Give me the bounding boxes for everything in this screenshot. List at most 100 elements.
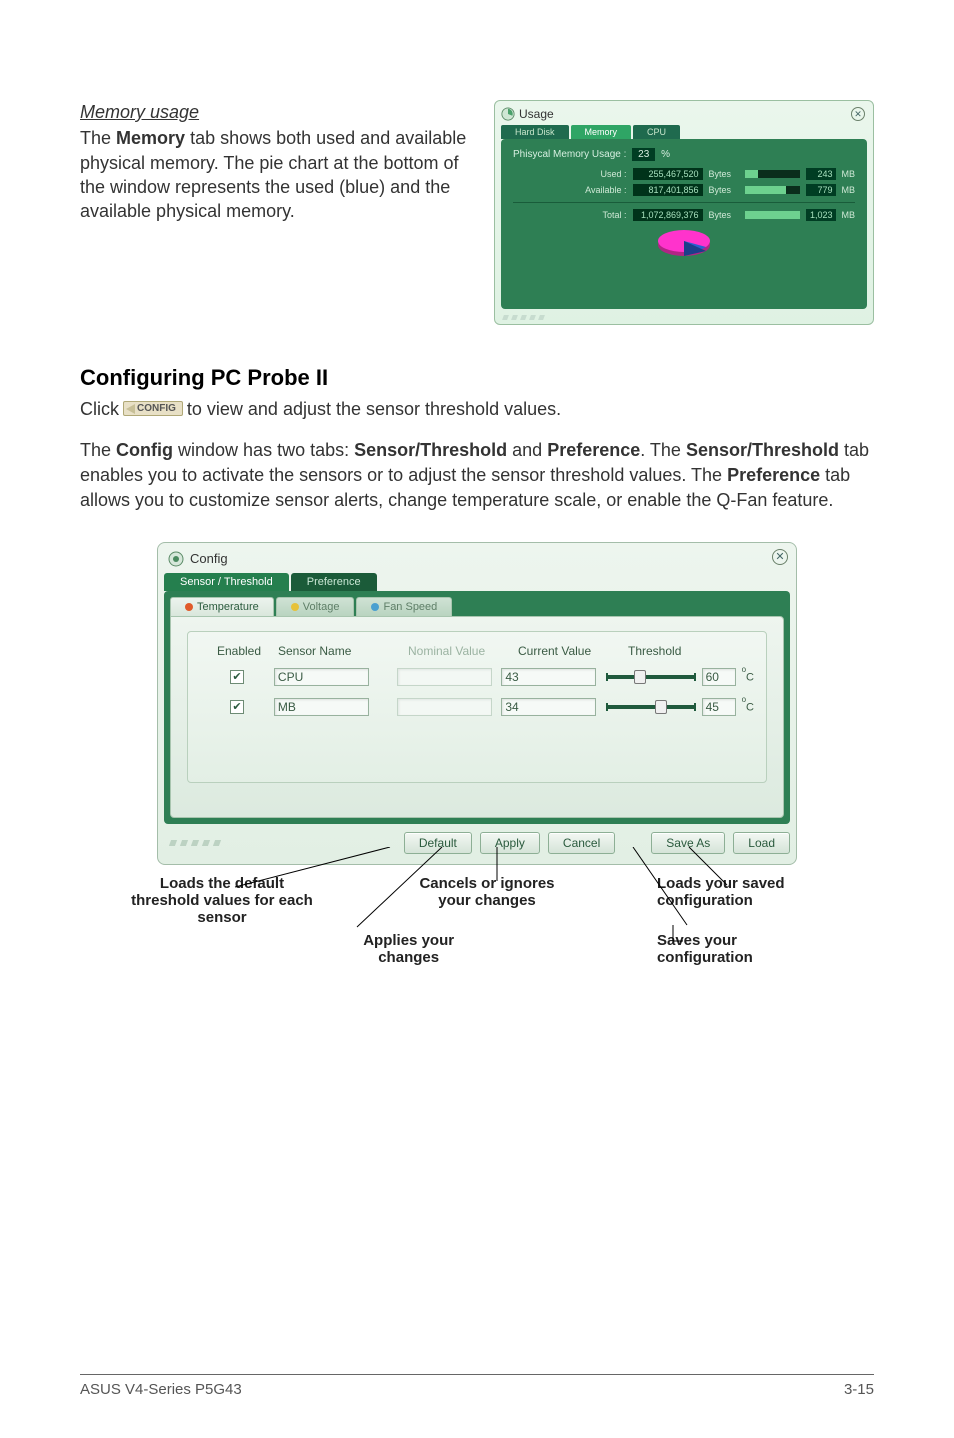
threshold-value[interactable]: 60 — [702, 668, 736, 686]
row-unit: Bytes — [709, 185, 739, 195]
t: Usage — [519, 107, 554, 121]
temp-icon — [185, 603, 193, 611]
mem-para: The Memory tab shows both used and avail… — [80, 128, 466, 221]
resize-grip[interactable] — [170, 840, 220, 846]
row-label: Used : — [572, 169, 627, 179]
tab-fanspeed[interactable]: Fan Speed — [356, 597, 452, 616]
usage-row: Total : 1,072,869,376 Bytes 1,023 MB — [513, 209, 855, 221]
table-row: ✔ MB 34 45 oC — [200, 692, 754, 722]
annot-load: Loads your saved configuration — [657, 875, 827, 926]
t: The — [80, 440, 116, 460]
hdr-nominal: Nominal Value — [408, 644, 518, 658]
usage-row: Used : 255,467,520 Bytes 243 MB — [513, 168, 855, 180]
row-bar — [745, 211, 800, 219]
default-button[interactable]: Default — [404, 832, 472, 854]
tab-preference[interactable]: Preference — [291, 573, 377, 591]
t: Config — [190, 551, 228, 566]
tab-sensor-threshold[interactable]: Sensor / Threshold — [164, 573, 289, 591]
t: % — [661, 149, 670, 160]
hdr-enabled: Enabled — [200, 644, 278, 658]
row-bytes: 1,072,869,376 — [633, 209, 703, 221]
tab-voltage[interactable]: Voltage — [276, 597, 355, 616]
t: Phisycal Memory Usage : — [513, 149, 626, 160]
annotations: Loads the default threshold values for e… — [127, 875, 827, 966]
usage-row: Available : 817,401,856 Bytes 779 MB — [513, 184, 855, 196]
phy-pct: 23 — [632, 148, 655, 161]
current-field: 43 — [501, 668, 596, 686]
config-button-inline: CONFIG — [123, 401, 183, 416]
row-unit: Bytes — [709, 210, 739, 220]
config-window: Config ✕ Sensor / Threshold Preference T… — [157, 542, 797, 865]
sensor-name-field[interactable]: MB — [274, 698, 369, 716]
config-para: The Config window has two tabs: Sensor/T… — [80, 438, 874, 514]
configuring-heading: Configuring PC Probe II — [80, 365, 874, 391]
annot-saveas: Saves your configuration — [657, 932, 827, 966]
nominal-field — [397, 668, 492, 686]
t: Memory — [116, 128, 185, 148]
annot-cancel: Cancels or ignores your changes — [417, 875, 557, 926]
threshold-slider[interactable] — [606, 675, 696, 679]
t: Sensor/Threshold — [354, 440, 507, 460]
t: Preference — [727, 465, 820, 485]
tab-harddisk[interactable]: Hard Disk — [501, 125, 569, 139]
footer-left: ASUS V4-Series P5G43 — [80, 1381, 242, 1398]
t: Fan Speed — [383, 601, 437, 613]
close-icon[interactable]: ✕ — [772, 549, 788, 565]
t: The — [80, 128, 116, 148]
fan-icon — [371, 603, 379, 611]
volt-icon — [291, 603, 299, 611]
usage-title: Usage — [501, 107, 867, 121]
memory-usage-heading: Memory usage — [80, 100, 476, 124]
tab-temperature[interactable]: Temperature — [170, 597, 274, 616]
usage-window: Usage ✕ Hard Disk Memory CPU Phisycal Me… — [494, 100, 874, 325]
current-field: 34 — [501, 698, 596, 716]
row-unit2: MB — [842, 210, 856, 220]
hdr-threshold: Threshold — [628, 644, 754, 658]
row-unit2: MB — [842, 169, 856, 179]
apply-button[interactable]: Apply — [480, 832, 540, 854]
nominal-field — [397, 698, 492, 716]
enable-checkbox[interactable]: ✔ — [230, 700, 244, 714]
tab-cpu[interactable]: CPU — [633, 125, 680, 139]
usage-icon — [501, 107, 515, 121]
row-unit2: MB — [842, 185, 856, 195]
phy-mem-label: Phisycal Memory Usage : 23 % — [513, 149, 855, 160]
t: CONFIG — [137, 403, 176, 414]
cancel-button[interactable]: Cancel — [548, 832, 615, 854]
row-mb: 1,023 — [806, 209, 836, 221]
row-mb: 779 — [806, 184, 836, 196]
row-label: Available : — [572, 185, 627, 195]
t: . The — [640, 440, 686, 460]
saveas-button[interactable]: Save As — [651, 832, 725, 854]
t: Preference — [547, 440, 640, 460]
row-mb: 243 — [806, 168, 836, 180]
t: Sensor/Threshold — [686, 440, 839, 460]
footer-right: 3-15 — [844, 1381, 874, 1398]
row-bytes: 255,467,520 — [633, 168, 703, 180]
enable-checkbox[interactable]: ✔ — [230, 670, 244, 684]
pie-chart — [654, 227, 714, 259]
row-bar — [745, 186, 800, 194]
annot-apply: Applies your changes — [334, 932, 484, 966]
row-unit: Bytes — [709, 169, 739, 179]
sensor-name-field[interactable]: CPU — [274, 668, 369, 686]
row-bytes: 817,401,856 — [633, 184, 703, 196]
unit-label: oC — [742, 669, 754, 684]
t: window has two tabs: — [173, 440, 354, 460]
close-icon[interactable]: ✕ — [851, 107, 865, 121]
config-title: Config — [164, 549, 790, 569]
annot-default: Loads the default threshold values for e… — [127, 875, 317, 926]
t: Click — [80, 399, 119, 420]
row-label: Total : — [572, 210, 627, 220]
t: Temperature — [197, 601, 259, 613]
resize-grip[interactable] — [503, 315, 544, 320]
threshold-slider[interactable] — [606, 705, 696, 709]
table-header: Enabled Sensor Name Nominal Value Curren… — [200, 640, 754, 662]
hdr-sensor: Sensor Name — [278, 644, 408, 658]
unit-label: oC — [742, 699, 754, 714]
tab-memory[interactable]: Memory — [571, 125, 632, 139]
row-bar — [745, 170, 800, 178]
config-icon — [168, 551, 184, 567]
threshold-value[interactable]: 45 — [702, 698, 736, 716]
load-button[interactable]: Load — [733, 832, 790, 854]
